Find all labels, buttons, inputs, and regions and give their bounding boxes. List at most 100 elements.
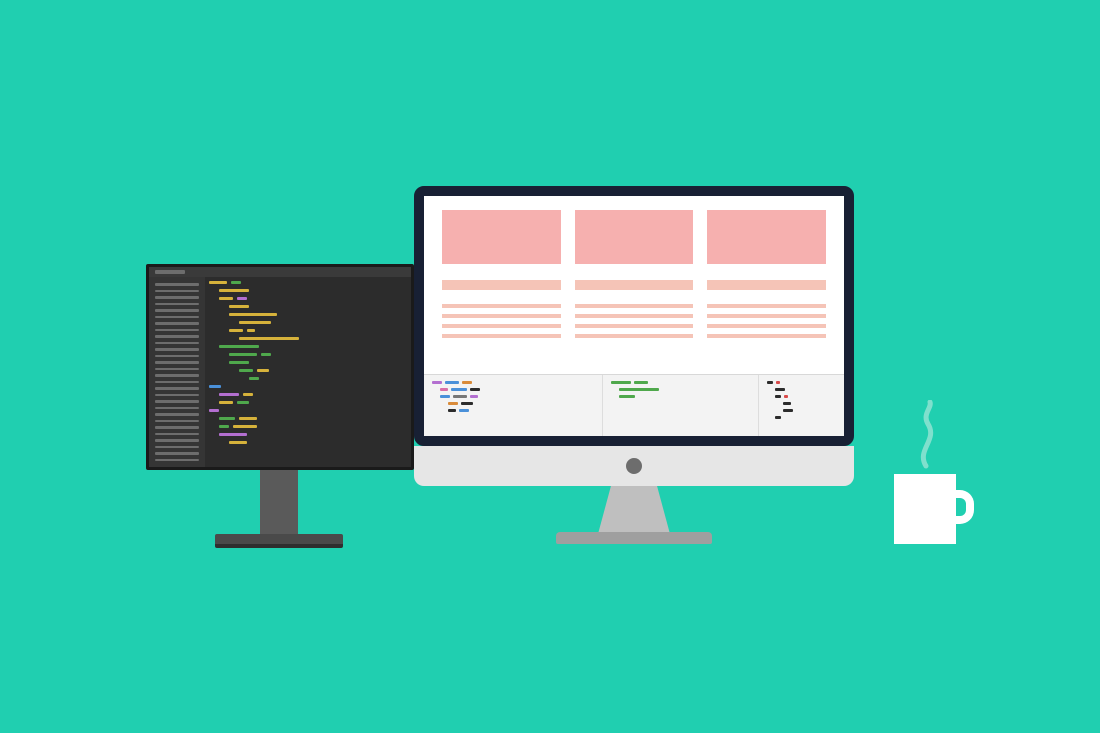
- sidebar-line: [155, 303, 199, 306]
- sidebar-line: [155, 374, 199, 377]
- code-token: [261, 353, 271, 356]
- code-token: [219, 289, 249, 292]
- sidebar-line: [155, 400, 199, 403]
- sidebar-line: [155, 309, 199, 312]
- code-token: [448, 409, 456, 412]
- code-token: [451, 388, 467, 391]
- card-text-line: [707, 324, 826, 328]
- code-token: [237, 401, 249, 404]
- code-token: [229, 353, 257, 356]
- card-title-line: [575, 280, 694, 290]
- card-text-line: [575, 304, 694, 308]
- code-token: [634, 381, 648, 384]
- code-line: [775, 388, 836, 391]
- code-line: [619, 388, 750, 391]
- code-token: [243, 393, 253, 396]
- illustration-scene: [0, 0, 1100, 733]
- code-token: [229, 305, 249, 308]
- editor-titlebar: [149, 267, 411, 277]
- imac-stand-neck: [598, 486, 670, 534]
- code-line: [440, 395, 594, 398]
- card-text-line: [707, 314, 826, 318]
- code-line: [783, 409, 836, 412]
- code-token: [448, 402, 458, 405]
- design-preview-monitor: [414, 186, 854, 446]
- sidebar-line: [155, 335, 199, 338]
- code-line: [219, 345, 405, 348]
- code-token: [233, 425, 257, 428]
- sidebar-line: [155, 296, 199, 299]
- sidebar-line: [155, 348, 199, 351]
- code-token: [767, 381, 773, 384]
- code-token: [209, 385, 221, 388]
- card-text-line: [575, 314, 694, 318]
- layout-card: [442, 210, 561, 338]
- code-line: [219, 417, 405, 420]
- sidebar-line: [155, 381, 199, 384]
- code-line: [219, 433, 405, 436]
- code-token: [462, 381, 472, 384]
- code-token: [231, 281, 241, 284]
- code-line: [239, 321, 405, 324]
- sidebar-line: [155, 368, 199, 371]
- layout-card: [575, 210, 694, 338]
- code-line: [219, 289, 405, 292]
- code-line: [432, 381, 594, 384]
- card-text-line: [442, 334, 561, 338]
- code-token: [209, 281, 227, 284]
- editor-code-area: [209, 281, 405, 444]
- code-line: [219, 297, 405, 300]
- code-line: [448, 409, 594, 412]
- code-line: [219, 393, 405, 396]
- devtools-tree-pane: [759, 375, 844, 436]
- code-token: [239, 321, 271, 324]
- code-token: [229, 313, 277, 316]
- card-text-line: [575, 324, 694, 328]
- code-editor-monitor: [146, 264, 414, 470]
- code-token: [459, 409, 469, 412]
- sidebar-line: [155, 426, 199, 429]
- code-line: [775, 416, 836, 419]
- code-line: [219, 425, 405, 428]
- sidebar-line: [155, 322, 199, 325]
- code-line: [209, 281, 405, 284]
- sidebar-line: [155, 452, 199, 455]
- editor-sidebar: [149, 277, 205, 467]
- code-line: [783, 402, 836, 405]
- code-token: [783, 402, 791, 405]
- code-line: [448, 402, 594, 405]
- code-token: [239, 337, 299, 340]
- code-line: [209, 409, 405, 412]
- layout-cards-row: [424, 196, 844, 344]
- code-token: [440, 388, 448, 391]
- code-token: [219, 417, 235, 420]
- coffee-mug-icon: [894, 474, 956, 544]
- card-text-line: [442, 324, 561, 328]
- devtools-html-pane: [424, 375, 603, 436]
- code-token: [239, 369, 253, 372]
- sidebar-line: [155, 316, 199, 319]
- code-token: [229, 329, 243, 332]
- code-token: [445, 381, 459, 384]
- code-line: [239, 369, 405, 372]
- card-text-line: [707, 334, 826, 338]
- sidebar-line: [155, 394, 199, 397]
- sidebar-line: [155, 342, 199, 345]
- layout-card: [707, 210, 826, 338]
- code-token: [229, 361, 249, 364]
- code-token: [239, 417, 257, 420]
- code-token: [219, 433, 247, 436]
- sidebar-line: [155, 387, 199, 390]
- code-token: [229, 441, 247, 444]
- dark-monitor-stand-neck: [260, 470, 298, 534]
- code-token: [219, 393, 239, 396]
- devtools-panel: [424, 374, 844, 436]
- sidebar-line: [155, 329, 199, 332]
- code-token: [219, 425, 229, 428]
- code-line: [775, 395, 836, 398]
- imac-stand-base: [556, 532, 712, 544]
- card-title-line: [707, 280, 826, 290]
- code-token: [775, 416, 781, 419]
- sidebar-line: [155, 407, 199, 410]
- sidebar-line: [155, 446, 199, 449]
